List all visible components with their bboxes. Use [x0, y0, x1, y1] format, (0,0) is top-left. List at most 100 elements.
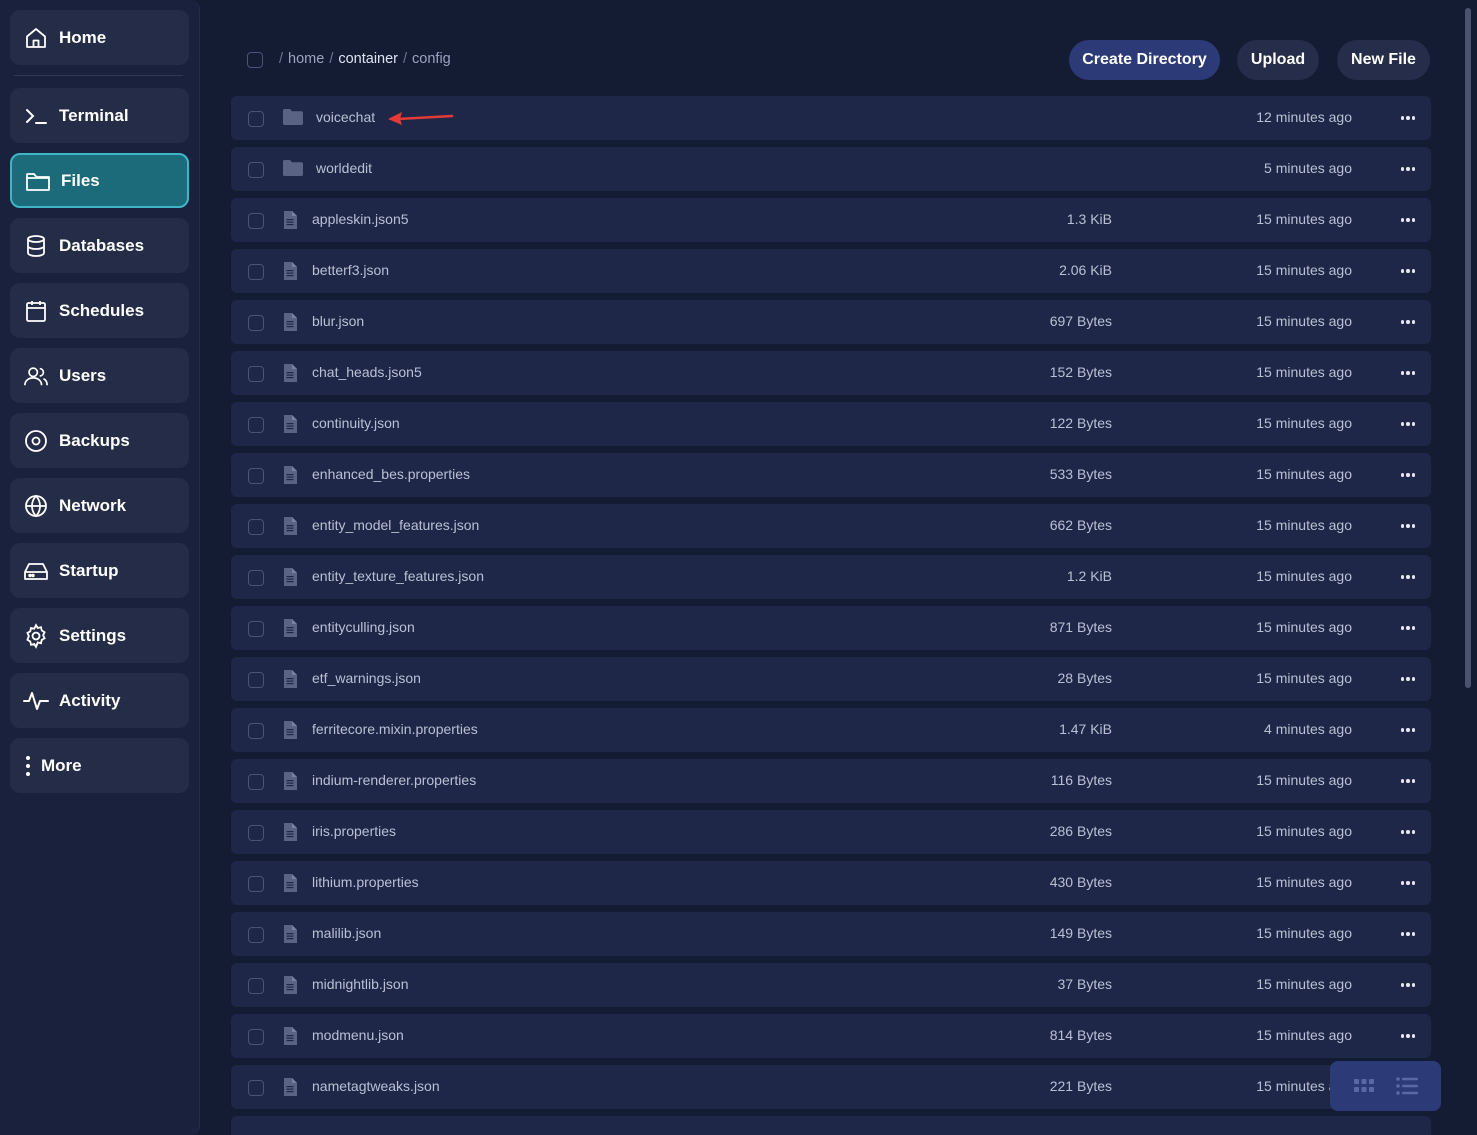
more-options-icon[interactable] — [1400, 565, 1416, 589]
file-row[interactable]: indium-renderer.properties 116 Bytes 15 mi… — [231, 759, 1431, 803]
file-row[interactable]: lithium.properties 430 Bytes 15 minutes ag… — [231, 861, 1431, 905]
row-checkbox[interactable] — [248, 264, 264, 280]
row-checkbox[interactable] — [248, 417, 264, 433]
row-checkbox[interactable] — [248, 876, 264, 892]
row-checkbox[interactable] — [248, 111, 264, 127]
file-row[interactable]: ferritecore.mixin.properties 1.47 KiB 4 mi… — [231, 708, 1431, 752]
file-name[interactable]: iris.properties — [312, 823, 396, 839]
sidebar-item-network[interactable]: Network — [10, 478, 189, 533]
more-options-icon[interactable] — [1400, 973, 1416, 997]
row-checkbox[interactable] — [248, 723, 264, 739]
sidebar-item-users[interactable]: Users — [10, 348, 189, 403]
file-row[interactable]: iris.properties 286 Bytes 15 minutes ago — [231, 810, 1431, 854]
select-all-checkbox[interactable] — [247, 52, 263, 73]
file-row[interactable]: nametagtweaks.json 221 Bytes 15 minutes ag… — [231, 1065, 1431, 1109]
file-row[interactable]: enhanced_bes.properties 533 Bytes 15 minut… — [231, 453, 1431, 497]
more-options-icon[interactable] — [1400, 463, 1416, 487]
sidebar-item-more[interactable]: More — [10, 738, 189, 793]
row-checkbox[interactable] — [248, 570, 264, 586]
more-options-icon[interactable] — [1400, 310, 1416, 334]
file-row[interactable]: continuity.json 122 Bytes 15 minutes ago — [231, 402, 1431, 446]
more-options-icon[interactable] — [1400, 718, 1416, 742]
more-options-icon[interactable] — [1400, 361, 1416, 385]
row-checkbox[interactable] — [248, 774, 264, 790]
file-name[interactable]: betterf3.json — [312, 262, 389, 278]
file-name[interactable]: malilib.json — [312, 925, 381, 941]
sidebar-item-terminal[interactable]: Terminal — [10, 88, 189, 143]
file-name[interactable]: entity_texture_features.json — [312, 568, 484, 584]
file-row[interactable] — [231, 1116, 1431, 1135]
file-name[interactable]: entity_model_features.json — [312, 517, 479, 533]
file-name[interactable]: voicechat — [316, 109, 375, 125]
more-options-icon[interactable] — [1400, 820, 1416, 844]
row-checkbox[interactable] — [248, 621, 264, 637]
file-name[interactable]: entityculling.json — [312, 619, 415, 635]
more-options-icon[interactable] — [1400, 106, 1416, 130]
more-options-icon[interactable] — [1400, 514, 1416, 538]
more-options-icon[interactable] — [1400, 769, 1416, 793]
more-options-icon[interactable] — [1400, 616, 1416, 640]
file-name[interactable]: etf_warnings.json — [312, 670, 421, 686]
sidebar-item-backups[interactable]: Backups — [10, 413, 189, 468]
file-row[interactable]: etf_warnings.json 28 Bytes 15 minutes ago — [231, 657, 1431, 701]
file-name[interactable]: enhanced_bes.properties — [312, 466, 470, 482]
row-checkbox[interactable] — [248, 1080, 264, 1096]
file-row[interactable]: entity_model_features.json 662 Bytes 15 mi… — [231, 504, 1431, 548]
row-checkbox[interactable] — [248, 927, 264, 943]
more-options-icon[interactable] — [1400, 259, 1416, 283]
row-checkbox[interactable] — [248, 315, 264, 331]
sidebar-item-home[interactable]: Home — [10, 10, 189, 65]
sidebar-item-files[interactable]: Files — [10, 153, 189, 208]
more-options-icon[interactable] — [1400, 208, 1416, 232]
file-name[interactable]: modmenu.json — [312, 1027, 404, 1043]
row-checkbox[interactable] — [248, 162, 264, 178]
file-row[interactable]: appleskin.json5 1.3 KiB 15 minutes ago — [231, 198, 1431, 242]
row-checkbox[interactable] — [248, 519, 264, 535]
more-options-icon[interactable] — [1400, 157, 1416, 181]
file-row[interactable]: modmenu.json 814 Bytes 15 minutes ago — [231, 1014, 1431, 1058]
row-checkbox[interactable] — [248, 978, 264, 994]
scrollbar[interactable] — [1465, 8, 1471, 688]
create-directory-button[interactable]: Create Directory — [1069, 40, 1220, 80]
file-name[interactable]: ferritecore.mixin.properties — [312, 721, 478, 737]
sidebar-item-databases[interactable]: Databases — [10, 218, 189, 273]
row-checkbox[interactable] — [248, 1029, 264, 1045]
sidebar-item-settings[interactable]: Settings — [10, 608, 189, 663]
sidebar-item-activity[interactable]: Activity — [10, 673, 189, 728]
file-row[interactable]: chat_heads.json5 152 Bytes 15 minutes ago — [231, 351, 1431, 395]
new-file-button[interactable]: New File — [1337, 40, 1430, 80]
row-checkbox[interactable] — [248, 825, 264, 841]
file-row[interactable]: malilib.json 149 Bytes 15 minutes ago — [231, 912, 1431, 956]
file-row[interactable]: blur.json 697 Bytes 15 minutes ago — [231, 300, 1431, 344]
file-name[interactable]: chat_heads.json5 — [312, 364, 422, 380]
file-name[interactable]: blur.json — [312, 313, 364, 329]
grid-view-button[interactable] — [1352, 1074, 1376, 1098]
file-name[interactable]: continuity.json — [312, 415, 400, 431]
file-name[interactable]: indium-renderer.properties — [312, 772, 476, 788]
breadcrumb-container[interactable]: container — [338, 51, 398, 67]
file-row[interactable]: entity_texture_features.json 1.2 KiB 15 mi… — [231, 555, 1431, 599]
row-checkbox[interactable] — [248, 366, 264, 382]
file-name[interactable]: midnightlib.json — [312, 976, 409, 992]
more-options-icon[interactable] — [1400, 922, 1416, 946]
row-checkbox[interactable] — [248, 468, 264, 484]
breadcrumb-home[interactable]: home — [288, 51, 324, 67]
file-row[interactable]: midnightlib.json 37 Bytes 15 minutes ago — [231, 963, 1431, 1007]
sidebar-item-schedules[interactable]: Schedules — [10, 283, 189, 338]
list-view-button[interactable] — [1395, 1074, 1419, 1098]
more-options-icon[interactable] — [1400, 412, 1416, 436]
file-name[interactable]: nametagtweaks.json — [312, 1078, 440, 1094]
row-checkbox[interactable] — [248, 213, 264, 229]
more-options-icon[interactable] — [1400, 871, 1416, 895]
file-row[interactable]: entityculling.json 871 Bytes 15 minutes ag… — [231, 606, 1431, 650]
more-options-icon[interactable] — [1400, 1024, 1416, 1048]
file-row[interactable]: betterf3.json 2.06 KiB 15 minutes ago — [231, 249, 1431, 293]
row-checkbox[interactable] — [248, 672, 264, 688]
sidebar-item-startup[interactable]: Startup — [10, 543, 189, 598]
file-name[interactable]: appleskin.json5 — [312, 211, 409, 227]
file-row[interactable]: worldedit 5 minutes ago — [231, 147, 1431, 191]
file-name[interactable]: worldedit — [316, 160, 372, 176]
more-options-icon[interactable] — [1400, 667, 1416, 691]
file-name[interactable]: lithium.properties — [312, 874, 419, 890]
upload-button[interactable]: Upload — [1237, 40, 1319, 80]
